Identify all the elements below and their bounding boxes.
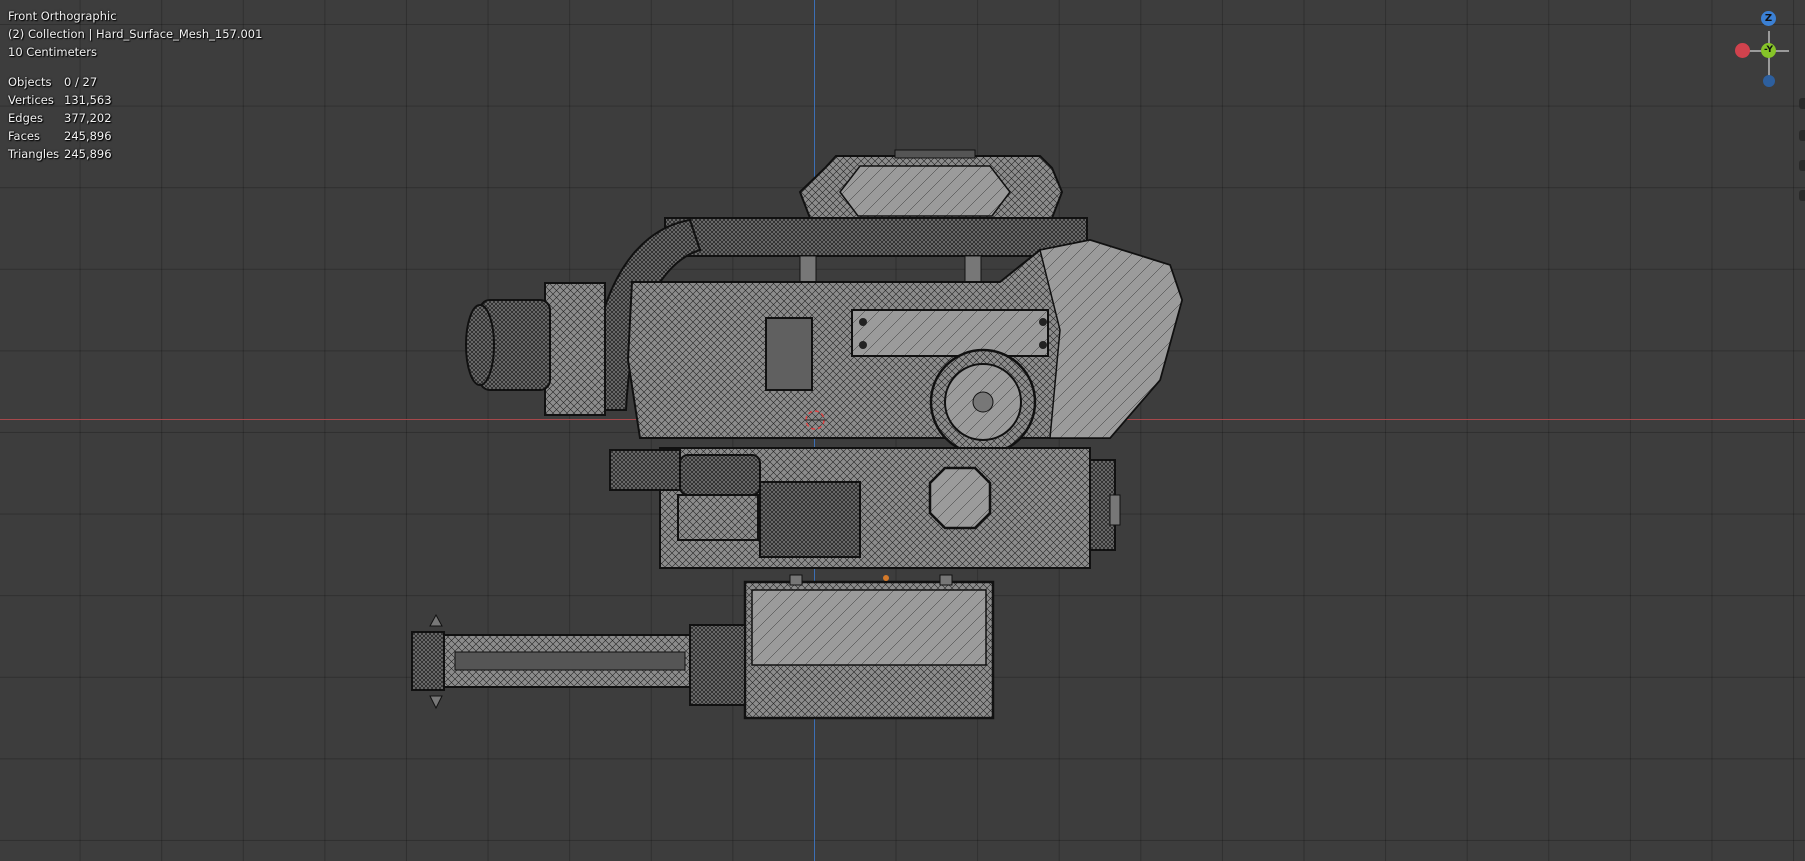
mid-coil [609,449,681,491]
mid-vent [759,481,861,558]
gizmo-z-label: Z [1764,13,1773,24]
3d-viewport[interactable]: Front Orthographic (2) Collection | Hard… [0,0,1805,861]
stat-label: Edges [8,111,43,125]
stat-value: 131,563 [64,93,112,107]
stat-value: 245,896 [64,147,112,161]
navigation-gizmo[interactable]: Z -Y [1735,6,1805,96]
grid-scale: 10 Centimeters [8,45,97,59]
viewport-header-info: Front Orthographic (2) Collection | Hard… [8,7,262,61]
hard-surface-mesh[interactable] [0,0,1805,861]
top-dome-part [798,149,1064,219]
top-plate [851,309,1049,357]
stat-label: Vertices [8,93,54,107]
viewport-edge-tab[interactable] [1799,190,1805,201]
stat-value: 377,202 [64,111,112,125]
stat-value: 0 / 27 [64,75,98,89]
round-port [929,348,1037,456]
rail-support-left [799,255,817,285]
barrel [411,613,746,710]
stat-row-edges: Edges 377,202 [8,109,112,127]
collection-label: (2) Collection | Hard_Surface_Mesh_157.0… [8,27,263,41]
stat-row-objects: Objects 0 / 27 [8,73,112,91]
stat-row-vertices: Vertices 131,563 [8,91,112,109]
side-window [765,317,813,391]
upper-rail [664,217,1088,257]
viewport-edge-tab[interactable] [1799,160,1805,171]
gizmo-neg-y-axis[interactable]: -Y [1761,43,1776,58]
gizmo-y-label: -Y [1764,45,1773,55]
gizmo-z-axis[interactable]: Z [1761,11,1776,26]
scene-statistics: Objects 0 / 27 Vertices 131,563 Edges 37… [8,73,112,163]
viewport-edge-tab[interactable] [1799,130,1805,141]
front-housing [1039,239,1183,439]
stat-label: Objects [8,75,52,89]
stat-label: Faces [8,129,40,143]
stat-row-triangles: Triangles 245,896 [8,145,112,163]
rail-support-right [964,255,982,285]
stat-value: 245,896 [64,129,112,143]
octagon-plate [928,466,992,530]
gizmo-x-axis[interactable] [1735,43,1750,58]
viewport-edge-tab[interactable] [1799,98,1805,109]
view-name: Front Orthographic [8,9,117,23]
gizmo-neg-z-axis[interactable] [1763,75,1775,87]
rear-cylinder [465,282,606,416]
lower-block [743,574,995,720]
stat-label: Triangles [8,147,60,161]
stat-row-faces: Faces 245,896 [8,127,112,145]
